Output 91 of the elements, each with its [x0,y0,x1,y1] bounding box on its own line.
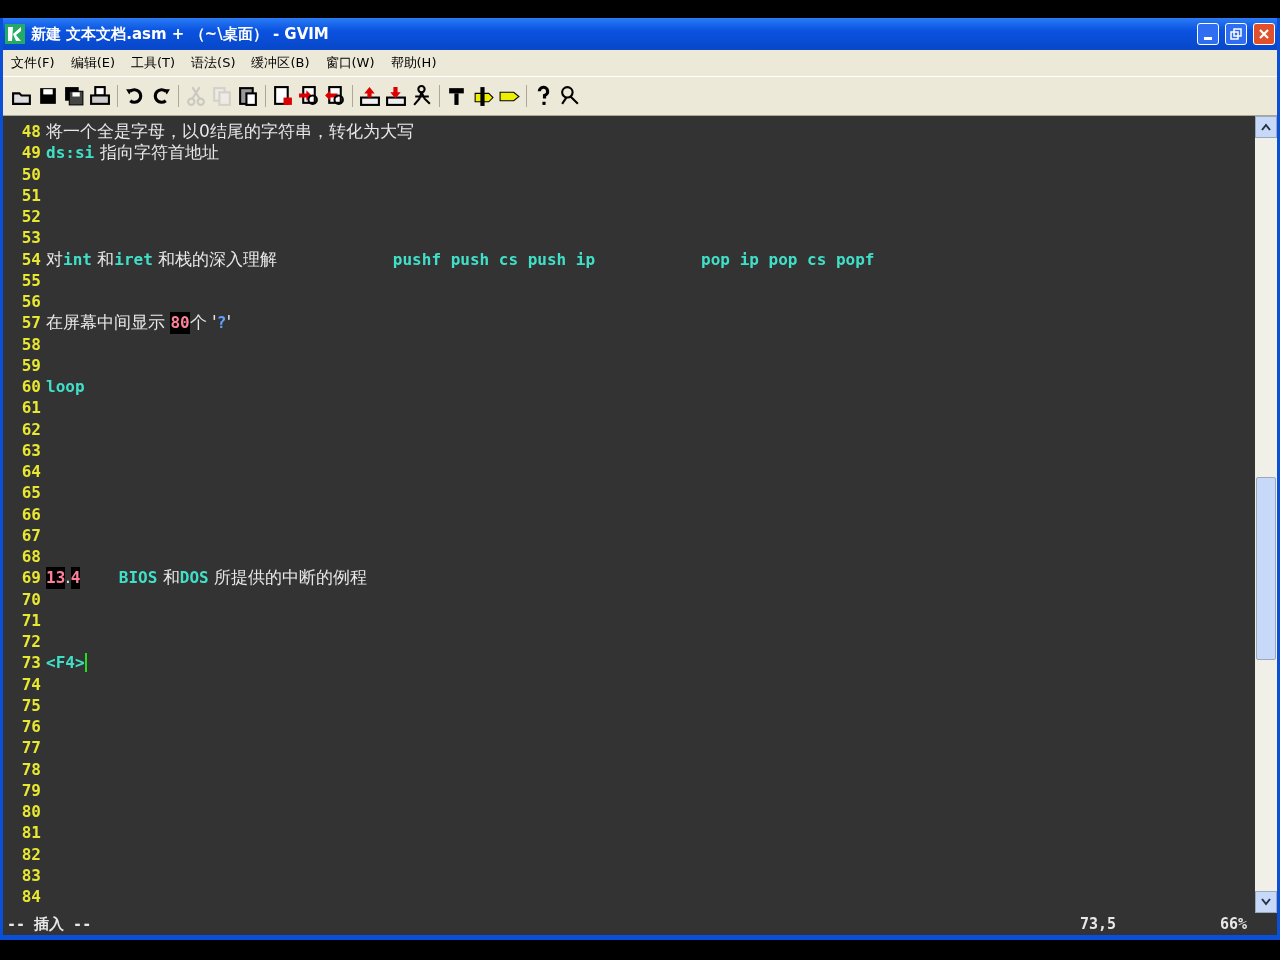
line-number: 82 [20,843,42,865]
running-figure-icon[interactable] [411,85,433,107]
restore-button[interactable] [1225,23,1247,45]
save-icon[interactable] [37,85,59,107]
line-number: 48 [20,121,42,143]
download-icon[interactable] [385,85,407,107]
restore-icon [1230,28,1242,40]
code-text: pushf push cs push ip [391,248,596,270]
code-text: ? [216,312,227,334]
line-number: 72 [20,631,42,653]
mode-indicator: -- 插入 -- [6,914,93,934]
menu-item[interactable]: 工具(T) [123,52,184,74]
line-number: 80 [20,801,42,823]
minimize-icon [1204,36,1212,40]
line-number: 52 [20,206,42,228]
line-number: 60 [20,376,42,398]
code-text: ' [226,312,232,334]
line-number: 59 [20,354,42,376]
code-text: . [65,567,71,589]
code-text: 13 [46,567,66,589]
menu-item[interactable]: 文件(F) [3,52,63,74]
line-number: 57 [20,312,42,334]
paste-icon[interactable] [237,85,259,107]
line-number: 54 [20,248,42,270]
line-number: 84 [20,886,42,908]
code-text: 80 [170,312,190,334]
scroll-thumb[interactable] [1256,476,1276,660]
app-icon [5,24,25,44]
code-text: iret [114,248,153,270]
line-number: 73 [20,652,42,674]
line-number: 74 [20,673,42,695]
code-text: 指向字符首地址 [98,142,219,164]
line-number: 67 [20,524,42,546]
scroll-up-button[interactable] [1255,116,1277,138]
scroll-percent: 66% [1219,915,1247,933]
line-number: 77 [20,737,42,759]
code-text: 个 ' [189,312,217,334]
line-number: 71 [20,609,42,631]
code-text: 将一个全是字母，以0结尾的字符串，转化为大写 [46,121,414,143]
line-number: 75 [20,694,42,716]
line-number: 55 [20,269,42,291]
code-text: 对 [46,248,63,270]
menu-item[interactable]: 缓冲区(B) [243,52,318,74]
code-text: <F4> [46,652,85,674]
upload-icon[interactable] [359,85,381,107]
line-number: 56 [20,291,42,313]
line-number: 49 [20,142,42,164]
minimize-button[interactable] [1197,23,1219,45]
line-number: 65 [20,482,42,504]
line-number: 51 [20,184,42,206]
line-number: 83 [20,864,42,886]
code-text: 和栈的深入理解 [157,248,278,270]
code-text: ds:si [46,142,95,164]
line-number: 50 [20,163,42,185]
menu-item[interactable]: 帮助(H) [382,52,445,74]
code-text: 和 [96,248,115,270]
line-number: 63 [20,439,42,461]
code-text: pop ip pop cs popf [700,248,875,270]
window-title: 新建 文本文档.asm + （~\桌面） - GVIM [31,24,330,44]
menu-item[interactable]: 编辑(E) [62,52,123,74]
line-number: 58 [20,333,42,355]
code-text: BIOS [117,567,158,589]
close-icon [1258,28,1270,40]
line-number: 78 [20,758,42,780]
line-number: 68 [20,546,42,568]
menu-item[interactable]: 语法(S) [183,52,244,74]
code-text: 所提供的中断的例程 [213,567,368,589]
line-number: 64 [20,461,42,483]
close-button[interactable] [1253,23,1275,45]
line-number: 70 [20,588,42,610]
code-text: DOS [179,567,209,589]
scrollbar[interactable] [1255,116,1277,913]
line-number: 53 [20,227,42,249]
tag-icon[interactable] [472,85,494,107]
cursor-position: 73,5 [1079,915,1118,933]
menu-item[interactable]: 窗口(W) [317,52,383,74]
line-number: 69 [20,567,42,589]
save-all-icon[interactable] [63,85,85,107]
code-text: 和 [161,567,180,589]
print-icon[interactable] [89,85,111,107]
code-text: 4 [70,567,81,589]
scroll-down-button[interactable] [1255,891,1277,913]
line-number: 62 [20,418,42,440]
code-text: 在屏幕中间显示 [46,312,166,334]
line-number: 66 [20,503,42,525]
code-text: loop [46,376,85,398]
code-text: int [63,248,92,270]
line-number: 76 [20,716,42,738]
line-number: 81 [20,822,42,844]
line-number: 79 [20,779,42,801]
line-number: 61 [20,397,42,419]
